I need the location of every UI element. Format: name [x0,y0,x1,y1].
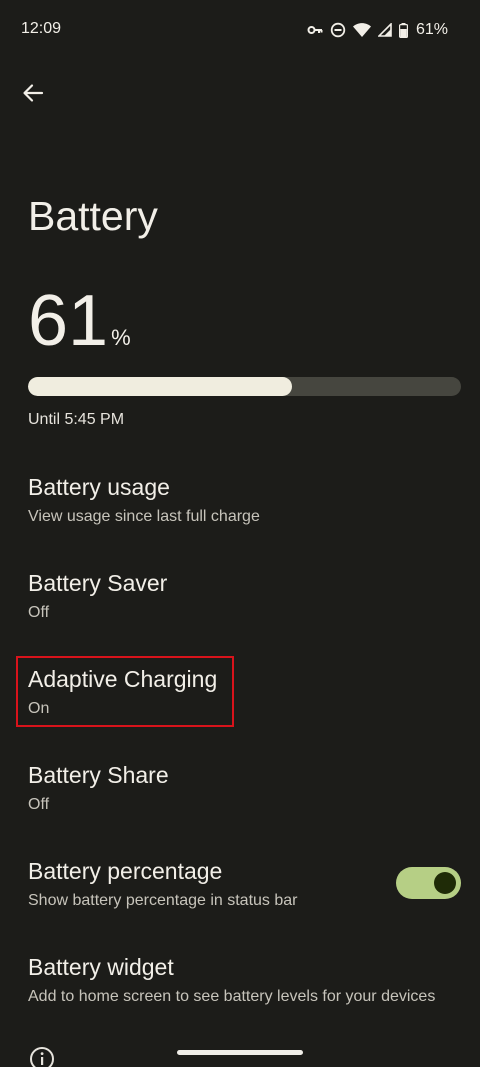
setting-subtitle: Show battery percentage in status bar [28,892,298,909]
setting-battery-saver[interactable]: Battery Saver Off [0,558,480,634]
info-icon[interactable] [29,1046,55,1067]
battery-level-bar [28,377,461,396]
setting-adaptive-charging[interactable]: Adaptive Charging On [0,654,480,730]
setting-title: Battery widget [28,954,174,980]
setting-title: Battery percentage [28,858,223,884]
setting-battery-usage[interactable]: Battery usage View usage since last full… [0,462,480,538]
setting-title: Battery Saver [28,570,168,596]
arrow-back-icon [23,84,44,102]
back-button[interactable] [14,74,52,112]
do-not-disturb-icon [330,22,346,38]
cell-signal-icon [377,23,392,37]
battery-level-unit: % [111,325,131,350]
battery-until-text: Until 5:45 PM [28,411,125,428]
setting-subtitle: Off [28,796,50,813]
setting-title: Battery usage [28,474,170,500]
battery-level: 61 % [28,285,131,357]
battery-settings-screen: 12:09 61% Battery 61 % Until 5:45 PM Bat… [0,0,480,1067]
setting-battery-share[interactable]: Battery Share Off [0,750,480,826]
battery-level-bar-fill [28,377,293,396]
toggle-knob [434,872,456,894]
status-icons: 61% [307,18,448,42]
wifi-icon [352,23,371,37]
vpn-key-icon [307,24,323,36]
setting-title: Adaptive Charging [28,666,218,692]
setting-subtitle: View usage since last full charge [28,508,260,525]
battery-icon [398,22,408,38]
page-title: Battery [28,193,158,239]
setting-battery-widget[interactable]: Battery widget Add to home screen to see… [0,942,480,1018]
setting-subtitle: Add to home screen to see battery levels… [28,988,436,1005]
status-bar: 12:09 61% [0,0,480,60]
setting-subtitle: Off [28,604,50,621]
setting-title: Battery Share [28,762,169,788]
status-time: 12:09 [21,20,62,37]
battery-percentage-toggle[interactable] [396,867,461,899]
navigation-handle[interactable] [177,1050,303,1055]
setting-subtitle: On [28,700,50,717]
status-battery-percent: 61% [415,21,448,38]
battery-level-value: 61 [28,281,109,361]
